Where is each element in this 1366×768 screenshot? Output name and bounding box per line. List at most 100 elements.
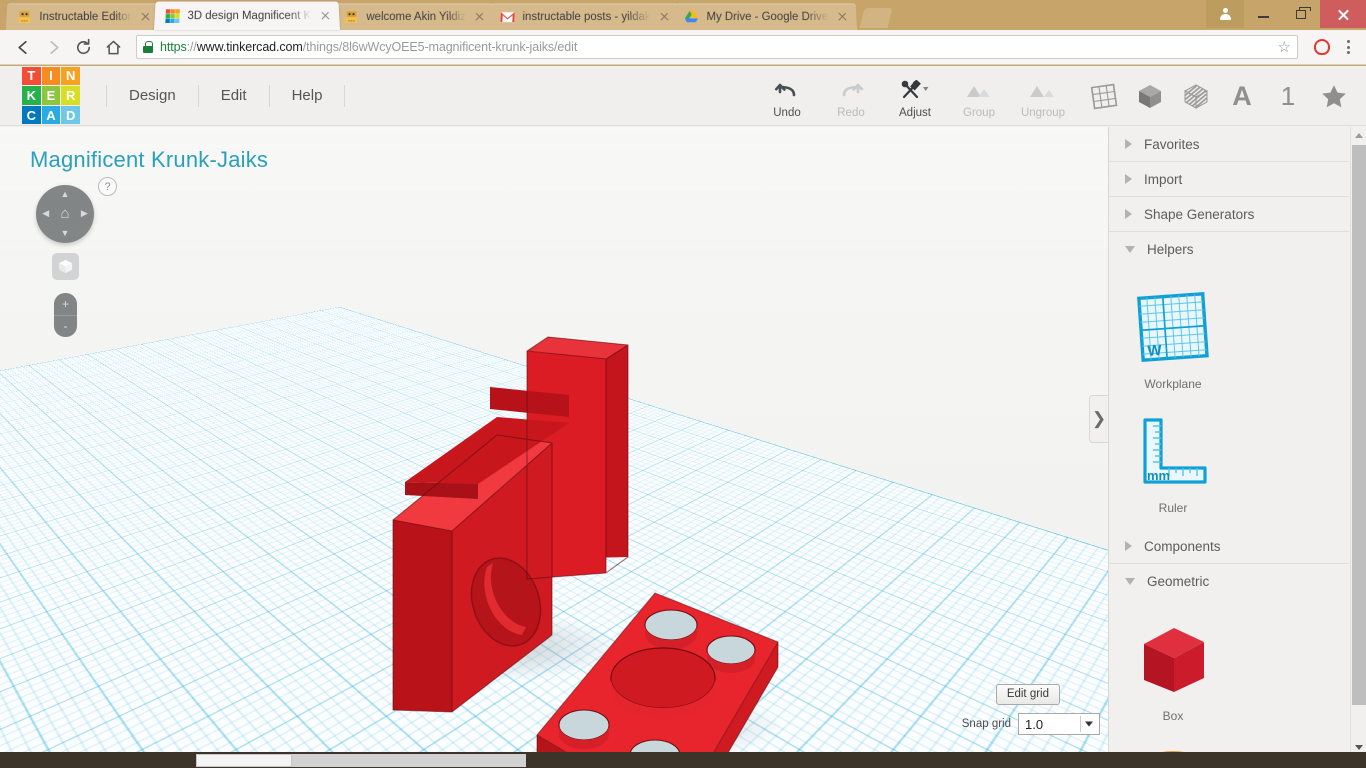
favorites-star-icon[interactable] [1316, 78, 1352, 114]
forward-arrow-icon [44, 38, 63, 57]
shapes-panel: Favorites Import Shape Generators Helper… [1108, 127, 1366, 752]
ungroup-button[interactable]: Ungroup [1011, 74, 1075, 119]
google-drive-icon [683, 9, 700, 25]
sidebar-section-components[interactable]: Components [1109, 529, 1349, 564]
shapes-panel-content: Favorites Import Shape Generators Helper… [1109, 127, 1349, 752]
tab-close-icon[interactable] [472, 9, 488, 25]
scroll-up-button[interactable] [1351, 127, 1366, 143]
plate-center-hole [611, 648, 715, 708]
menu-help[interactable]: Help [270, 85, 346, 107]
instructables-robot-icon [16, 9, 32, 25]
close-icon [1337, 8, 1350, 21]
logo-tile: A [42, 106, 61, 125]
menu-design[interactable]: Design [106, 85, 199, 107]
bookmark-star-icon[interactable]: ☆ [1272, 38, 1291, 56]
shape-item-workplane[interactable]: W Workplane [1117, 283, 1229, 391]
extension-icon[interactable] [1314, 39, 1330, 55]
tab-close-icon[interactable] [137, 9, 153, 25]
adjust-label: Adjust [899, 107, 931, 119]
shape-item-cylinder[interactable]: Cylinder [1117, 739, 1229, 752]
sidebar-section-favorites[interactable]: Favorites [1109, 127, 1349, 162]
shape-label: Workplane [1144, 377, 1201, 391]
sidebar-section-helpers[interactable]: Helpers [1109, 232, 1349, 267]
browser-tab[interactable]: My Drive - Google Drive [673, 3, 857, 30]
text-shape-icon[interactable]: A [1224, 78, 1260, 114]
app-menu-bar: Design Edit Help [106, 81, 345, 111]
adjust-tools-icon [900, 78, 930, 104]
group-button[interactable]: Group [947, 74, 1011, 119]
section-label: Import [1144, 172, 1182, 187]
sidebar-section-import[interactable]: Import [1109, 162, 1349, 197]
maximize-button[interactable] [1282, 0, 1320, 28]
sidebar-section-shape-generators[interactable]: Shape Generators [1109, 197, 1349, 232]
sidebar-section-geometric[interactable]: Geometric [1109, 564, 1349, 599]
hole-shape-icon[interactable] [1178, 78, 1214, 114]
url-text: https://www.tinkercad.com/things/8l6wWcy… [160, 40, 577, 54]
chevron-right-icon [1125, 174, 1132, 184]
browser-tab[interactable]: instructable posts - yildak [489, 3, 679, 30]
tinkercad-icon [164, 8, 181, 24]
3d-model-group[interactable] [0, 127, 1108, 752]
app-header: T I N K E R C A D Design Edit Help Undo … [0, 66, 1366, 126]
url-path: /things/8l6wWcyOEE5-magnificent-krunk-ja… [303, 40, 577, 54]
redo-arrow-icon [838, 78, 864, 104]
chevron-right-icon [1125, 209, 1132, 219]
browser-tab[interactable]: Instructable Editor [6, 3, 160, 30]
browser-tab-active[interactable]: 3D design Magnificent K [154, 1, 340, 30]
number-shape-icon[interactable]: 1 [1270, 78, 1306, 114]
logo-tile: N [61, 67, 80, 86]
instructables-robot-icon [344, 9, 360, 25]
menu-edit[interactable]: Edit [199, 85, 270, 107]
tab-title: 3D design Magnificent K [187, 10, 311, 22]
browser-tab[interactable]: welcome Akin Yildiz [333, 3, 494, 30]
user-icon [1219, 8, 1232, 21]
logo-tile: T [22, 67, 41, 86]
logo-tile: D [61, 106, 80, 125]
chevron-right-icon [1125, 541, 1132, 551]
shape-mode-icons: A 1 [1086, 78, 1352, 114]
gmail-icon [499, 9, 516, 25]
close-window-button[interactable] [1320, 0, 1366, 28]
panel-scrollbar[interactable] [1350, 127, 1366, 752]
home-button[interactable] [98, 32, 128, 62]
shape-item-box[interactable]: Box [1117, 615, 1229, 723]
tab-close-icon[interactable] [656, 9, 673, 25]
new-tab-button[interactable] [860, 8, 893, 28]
solid-shape-icon[interactable] [1132, 78, 1168, 114]
edit-grid-button[interactable]: Edit grid [996, 684, 1060, 705]
helpers-grid: W Workplane mm Ruler [1109, 267, 1349, 529]
scroll-down-button[interactable] [1351, 745, 1366, 750]
scrollbar-thumb[interactable] [1352, 145, 1366, 705]
undo-button[interactable]: Undo [755, 74, 819, 119]
forward-button[interactable] [38, 32, 68, 62]
group-shapes-icon [964, 78, 994, 104]
tab-close-icon[interactable] [834, 9, 851, 25]
geometric-grid: Box Cylinder [1109, 599, 1349, 752]
address-bar[interactable]: https://www.tinkercad.com/things/8l6wWcy… [136, 35, 1298, 59]
browser-profile-button[interactable] [1206, 0, 1244, 28]
snap-grid-select[interactable]: 1.0 [1018, 713, 1100, 735]
tab-title: My Drive - Google Drive [706, 11, 828, 23]
reload-button[interactable] [68, 32, 98, 62]
chevron-down-icon [1085, 722, 1093, 727]
browser-menu-button[interactable] [1338, 40, 1358, 54]
3d-viewport[interactable]: Magnificent Krunk-Jaiks ▲ ◀ ⌂ ▶ ▼ ? + - … [0, 127, 1108, 752]
logo-tile: E [42, 86, 61, 105]
minimize-icon [1258, 16, 1269, 18]
horizontal-scrollbar-thumb[interactable] [196, 754, 292, 767]
shape-item-ruler[interactable]: mm Ruler [1117, 407, 1229, 515]
caret-down-icon [1355, 745, 1363, 750]
tinkercad-logo[interactable]: T I N K E R C A D [22, 67, 80, 125]
redo-button[interactable]: Redo [819, 74, 883, 119]
tab-close-icon[interactable] [316, 8, 333, 24]
group-label: Group [963, 107, 995, 119]
logo-tile: I [42, 67, 61, 86]
url-host: www.tinkercad.com [197, 40, 303, 54]
minimize-button[interactable] [1244, 0, 1282, 28]
back-button[interactable] [8, 32, 38, 62]
collapse-panel-handle[interactable]: ❯ [1089, 395, 1108, 443]
workplane-icon[interactable] [1086, 78, 1122, 114]
logo-tile: C [22, 106, 41, 125]
adjust-button[interactable]: Adjust [883, 74, 947, 119]
back-arrow-icon [14, 38, 33, 57]
